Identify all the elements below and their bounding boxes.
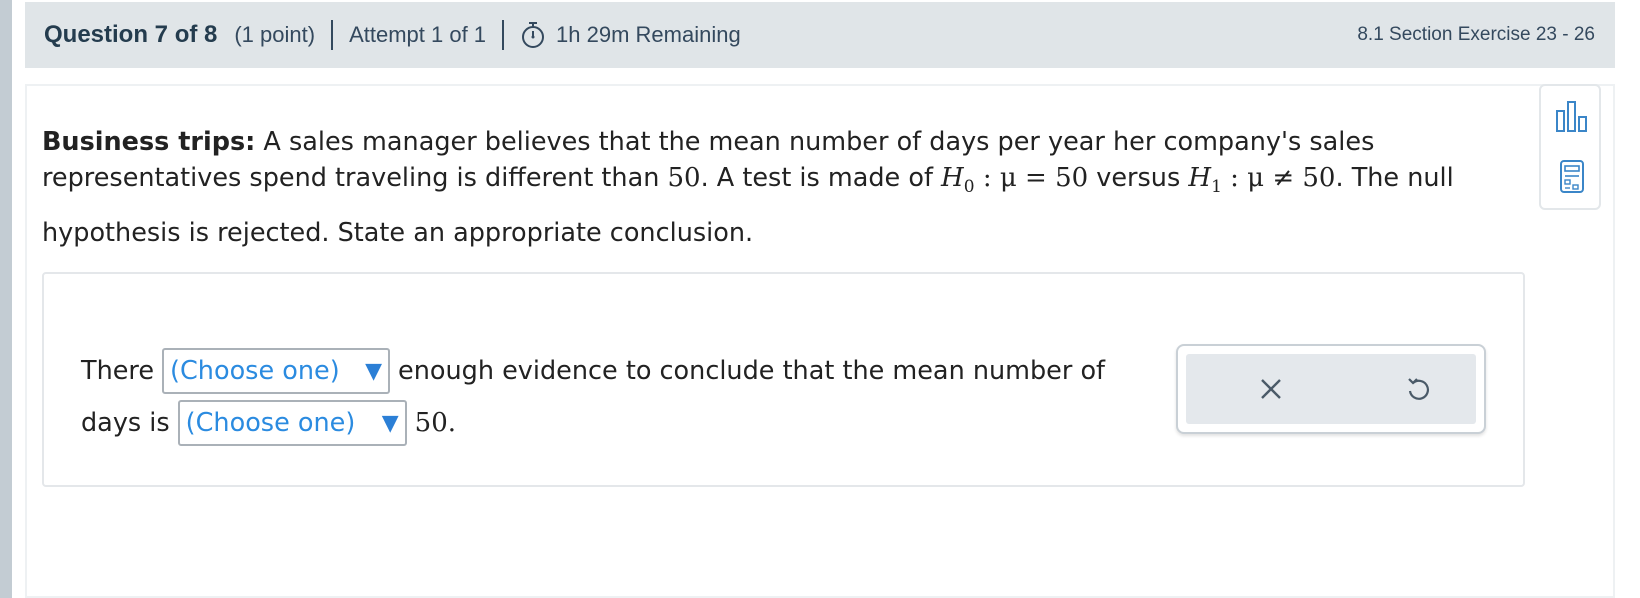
answer-actions bbox=[1176, 344, 1486, 434]
question-text-part: . A test is made of bbox=[700, 163, 942, 193]
answer-value: 50. bbox=[414, 408, 457, 438]
question-text-part: hypothesis is rejected. State an appropr… bbox=[42, 218, 754, 249]
question-title: Question 7 of 8 bbox=[44, 21, 218, 48]
answer-line-2: days is (Choose one) ▼ 50. bbox=[81, 400, 456, 446]
null-hypothesis: H0 : μ = 50 bbox=[941, 163, 1089, 198]
section-label: 8.1 Section Exercise 23 - 26 bbox=[1357, 24, 1595, 45]
tools-panel bbox=[1539, 84, 1601, 210]
undo-icon[interactable] bbox=[1403, 374, 1433, 404]
dropdown-value: (Choose one) bbox=[170, 356, 340, 386]
answer-text: enough evidence to conclude that the mea… bbox=[398, 356, 1106, 386]
question-text-part: versus bbox=[1088, 163, 1189, 193]
choose-one-dropdown-2[interactable]: (Choose one) ▼ bbox=[177, 400, 407, 446]
question-text: Business trips: A sales manager believes… bbox=[42, 124, 1472, 251]
answer-text: There bbox=[81, 356, 155, 386]
triangle-down-icon: ▼ bbox=[381, 410, 399, 436]
attempt-counter: Attempt 1 of 1 bbox=[349, 22, 487, 47]
question-text-part: . The null bbox=[1335, 163, 1454, 193]
time-remaining: 1h 29m Remaining bbox=[556, 22, 741, 47]
question-text-part: A sales manager believes that the mean n… bbox=[255, 127, 1375, 157]
answer-actions-bar bbox=[1186, 354, 1476, 424]
question-points: (1 point) bbox=[234, 22, 316, 47]
choose-one-dropdown-1[interactable]: (Choose one) ▼ bbox=[162, 348, 391, 394]
math-value: 50 bbox=[667, 163, 701, 193]
dropdown-value: (Choose one) bbox=[185, 408, 356, 438]
alternative-hypothesis: H1 : μ ≠ 50 bbox=[1188, 163, 1336, 198]
stopwatch-icon bbox=[520, 20, 546, 50]
triangle-down-icon: ▼ bbox=[365, 358, 383, 384]
question-header: Question 7 of 8 (1 point) Attempt 1 of 1… bbox=[25, 2, 1615, 68]
close-icon[interactable] bbox=[1256, 374, 1286, 404]
question-text-part: representatives spend traveling is diffe… bbox=[42, 163, 668, 193]
answer-line-1: There (Choose one) ▼ enough evidence to … bbox=[81, 348, 1105, 394]
header-divider bbox=[502, 20, 505, 50]
statistics-icon[interactable] bbox=[1554, 98, 1590, 136]
answer-text: days is bbox=[81, 408, 170, 438]
calculator-icon[interactable] bbox=[1554, 158, 1590, 196]
header-divider bbox=[331, 20, 334, 50]
question-topic: Business trips: bbox=[42, 127, 256, 157]
